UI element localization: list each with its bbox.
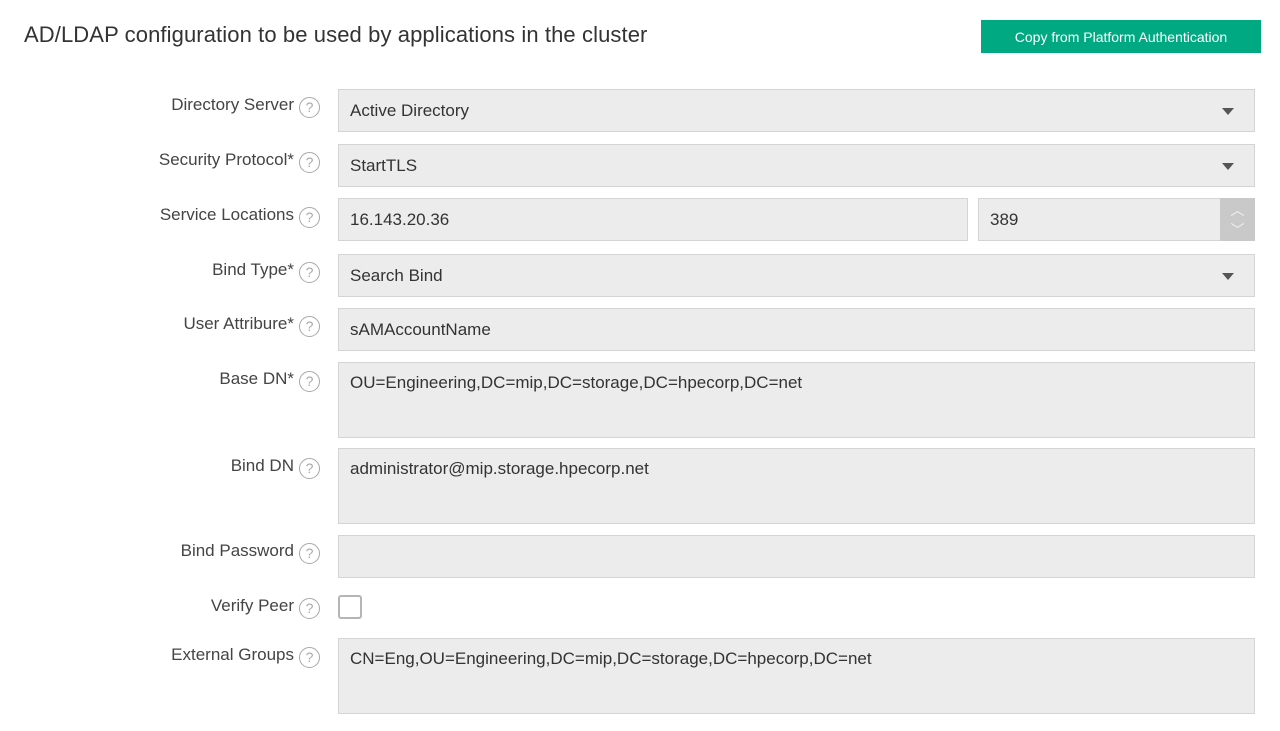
user-attribute-label: User Attribure* [183,314,294,333]
directory-server-select[interactable]: Active Directory [338,89,1255,132]
security-protocol-select[interactable]: StartTLS [338,144,1255,187]
verify-peer-checkbox[interactable] [338,595,362,619]
chevron-down-icon [1222,162,1234,170]
bind-password-input[interactable] [338,535,1255,578]
service-port-input[interactable]: 389 [978,198,1223,241]
security-protocol-label: Security Protocol* [158,150,294,169]
base-dn-textarea[interactable]: OU=Engineering,DC=mip,DC=storage,DC=hpec… [338,362,1255,438]
external-groups-value: CN=Eng,OU=Engineering,DC=mip,DC=storage,… [350,649,872,668]
help-icon[interactable]: ? [299,316,320,337]
help-icon[interactable]: ? [299,152,320,173]
service-port-value: 389 [990,209,1019,229]
bind-dn-label: Bind DN [230,456,294,475]
port-spinner[interactable]: ︿ ﹀ [1220,198,1255,241]
verify-peer-label: Verify Peer [210,596,294,615]
help-icon[interactable]: ? [299,647,320,668]
help-icon[interactable]: ? [299,97,320,118]
directory-server-label: Directory Server [171,95,294,114]
chevron-down-icon[interactable]: ﹀ [1231,220,1245,240]
directory-server-value: Active Directory [350,100,470,120]
base-dn-label: Base DN* [219,369,294,388]
bind-type-select[interactable]: Search Bind [338,254,1255,297]
service-host-input[interactable]: 16.143.20.36 [338,198,968,241]
bind-dn-textarea[interactable]: administrator@mip.storage.hpecorp.net [338,448,1255,524]
user-attribute-input[interactable]: sAMAccountName [338,308,1255,351]
service-locations-label: Service Locations [159,205,294,224]
help-icon[interactable]: ? [299,543,320,564]
bind-dn-value: administrator@mip.storage.hpecorp.net [350,459,649,478]
bind-type-value: Search Bind [350,265,443,285]
service-host-value: 16.143.20.36 [350,209,450,229]
security-protocol-value: StartTLS [350,155,418,175]
chevron-down-icon [1222,272,1234,280]
chevron-up-icon[interactable]: ︿ [1231,200,1245,220]
help-icon[interactable]: ? [299,371,320,392]
external-groups-label: External Groups [171,645,294,664]
chevron-down-icon [1222,107,1234,115]
external-groups-textarea[interactable]: CN=Eng,OU=Engineering,DC=mip,DC=storage,… [338,638,1255,714]
base-dn-value: OU=Engineering,DC=mip,DC=storage,DC=hpec… [350,373,803,392]
help-icon[interactable]: ? [299,207,320,228]
bind-password-label: Bind Password [180,541,294,560]
page-title: AD/LDAP configuration to be used by appl… [24,22,648,47]
help-icon[interactable]: ? [299,262,320,283]
user-attribute-value: sAMAccountName [350,319,491,339]
help-icon[interactable]: ? [299,598,320,619]
copy-from-platform-authentication-button[interactable]: Copy from Platform Authentication [981,20,1261,53]
bind-type-label: Bind Type* [212,260,294,279]
help-icon[interactable]: ? [299,458,320,479]
